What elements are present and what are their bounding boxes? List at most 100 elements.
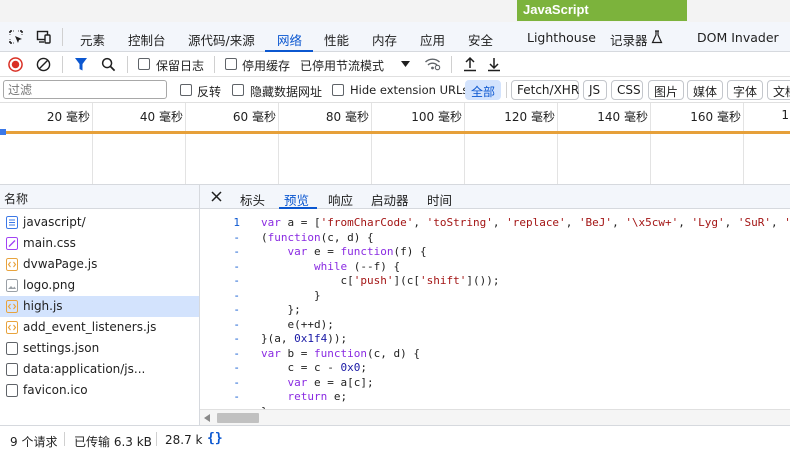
generic-file-icon: [6, 342, 18, 355]
image-file-icon: [6, 279, 18, 292]
tab-sources[interactable]: 源代码/来源: [188, 30, 255, 49]
line-number: -: [233, 260, 240, 273]
line-number: -: [233, 390, 240, 403]
filter-icon[interactable]: [74, 57, 88, 72]
tab-initiator[interactable]: 启动器: [371, 190, 409, 209]
import-har-icon[interactable]: [463, 56, 477, 72]
request-row[interactable]: favicon.ico: [0, 380, 199, 401]
timeline-start-marker: [0, 129, 6, 135]
request-row[interactable]: add_event_listeners.js: [0, 317, 199, 338]
code-line: (function(c, d) {: [261, 231, 374, 244]
request-row[interactable]: logo.png: [0, 275, 199, 296]
device-toolbar-icon[interactable]: [36, 29, 52, 45]
tab-performance[interactable]: 性能: [324, 30, 349, 49]
timeline-gridline: [557, 103, 558, 184]
filter-type-all[interactable]: 全部: [465, 80, 501, 100]
js-file-icon: [6, 258, 18, 271]
search-icon[interactable]: [101, 57, 116, 72]
tab-recorder[interactable]: 记录器: [610, 30, 648, 49]
status-bar: 9 个请求 已传输 6.3 kB 28.7 k {}: [0, 425, 790, 451]
request-name: data:application/js...: [23, 362, 146, 376]
network-conditions-icon[interactable]: [424, 56, 441, 72]
request-row[interactable]: settings.json: [0, 338, 199, 359]
tab-application[interactable]: 应用: [420, 30, 445, 49]
hide-extension-urls-label: Hide extension URLs: [350, 83, 469, 97]
horizontal-scrollbar[interactable]: [200, 409, 790, 425]
request-row[interactable]: javascript/: [0, 212, 199, 233]
tab-memory[interactable]: 内存: [372, 30, 397, 49]
request-detail-tabs: 标头 预览 响应 启动器 时间: [200, 185, 790, 209]
chevron-down-icon[interactable]: [401, 61, 410, 67]
tab-lighthouse[interactable]: Lighthouse: [527, 30, 596, 45]
line-number: -: [233, 231, 240, 244]
filter-type-img[interactable]: 图片: [648, 80, 684, 100]
css-file-icon: [6, 237, 18, 250]
invert-checkbox[interactable]: [180, 84, 192, 96]
timeline-tick: 20 毫秒: [46, 110, 90, 124]
filter-type-css[interactable]: CSS: [611, 80, 643, 100]
tab-dom-invader[interactable]: DOM Invader: [697, 30, 779, 45]
js-file-icon: [6, 300, 18, 313]
line-number: -: [233, 318, 240, 331]
throttling-select[interactable]: 已停用节流模式: [300, 57, 384, 74]
clear-icon[interactable]: [36, 57, 51, 72]
scroll-left-arrow-icon[interactable]: [204, 414, 210, 422]
tab-console[interactable]: 控制台: [128, 30, 166, 49]
filter-type-js[interactable]: JS: [583, 80, 607, 100]
timeline-gridline: [371, 103, 372, 184]
filter-input[interactable]: [3, 80, 167, 99]
line-number: -: [233, 361, 240, 374]
tab-headers[interactable]: 标头: [240, 190, 265, 209]
line-number: -: [233, 303, 240, 316]
code-line: };: [261, 303, 301, 316]
tab-timing[interactable]: 时间: [427, 190, 452, 209]
tab-network[interactable]: 网络: [277, 30, 302, 49]
code-preview[interactable]: 1 - - - - - - - - - - - - - var a = ['fr…: [200, 209, 790, 409]
request-row-selected[interactable]: high.js: [0, 296, 199, 317]
hide-data-urls-checkbox[interactable]: [232, 84, 244, 96]
line-number: -: [233, 289, 240, 302]
hide-extension-urls-checkbox[interactable]: [332, 84, 344, 96]
request-row[interactable]: dvwaPage.js: [0, 254, 199, 275]
line-number: -: [233, 245, 240, 258]
filter-type-media[interactable]: 媒体: [687, 80, 723, 100]
pretty-print-button[interactable]: {}: [207, 431, 223, 446]
filter-type-fetch-xhr[interactable]: Fetch/XHR: [511, 80, 579, 100]
code-line: c = c - 0x0;: [261, 361, 367, 374]
code-line: var a = ['fromCharCode', 'toString', 're…: [261, 216, 790, 229]
tab-security[interactable]: 安全: [468, 30, 493, 49]
request-row[interactable]: main.css: [0, 233, 199, 254]
filter-type-doc[interactable]: 文档: [767, 80, 790, 100]
timeline-waiting-bar: [0, 131, 790, 134]
request-count: 9 个请求: [10, 435, 58, 449]
scrollbar-thumb[interactable]: [217, 413, 259, 423]
inspect-element-icon[interactable]: [8, 29, 24, 45]
timeline-tick: 60 毫秒: [232, 110, 276, 124]
tab-response[interactable]: 响应: [328, 190, 353, 209]
separator: [506, 82, 507, 98]
export-har-icon[interactable]: [487, 56, 501, 72]
separator: [62, 56, 63, 73]
code-line: var b = function(c, d) {: [261, 347, 420, 360]
generic-file-icon: [6, 384, 18, 397]
timeline-overview[interactable]: 20 毫秒 40 毫秒 60 毫秒 80 毫秒 100 毫秒 120 毫秒 14…: [0, 103, 790, 185]
request-name: logo.png: [23, 278, 76, 292]
invert-label: 反转: [197, 85, 222, 99]
request-list: 名称 javascript/ main.css dvwaPage.js logo…: [0, 185, 200, 425]
line-gutter: 1 - - - - - - - - - - - - -: [200, 209, 248, 409]
filter-type-font[interactable]: 字体: [727, 80, 763, 100]
record-stop-icon[interactable]: [8, 57, 23, 72]
disable-cache-checkbox[interactable]: [225, 58, 237, 70]
close-icon[interactable]: [211, 191, 222, 202]
code-line: e(++d);: [261, 318, 334, 331]
line-number: -: [233, 376, 240, 389]
document-icon: [6, 216, 18, 229]
line-number: -: [233, 274, 240, 287]
filter-bar: 反转 隐藏数据网址 Hide extension URLs 全部 Fetch/X…: [0, 77, 790, 103]
resources-size: 28.7 k: [165, 433, 203, 447]
name-column-header[interactable]: 名称: [0, 185, 199, 209]
request-row[interactable]: data:application/js...: [0, 359, 199, 380]
tab-elements[interactable]: 元素: [80, 30, 105, 49]
request-name: dvwaPage.js: [23, 257, 98, 271]
preserve-log-checkbox[interactable]: [138, 58, 150, 70]
